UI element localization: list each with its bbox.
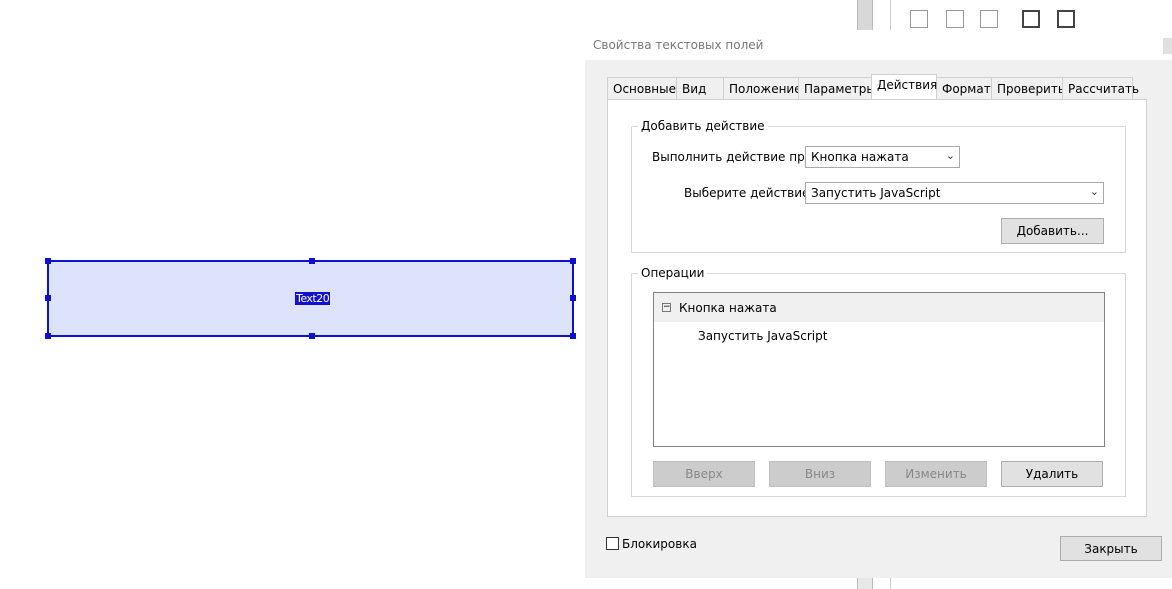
dialog-title: Свойства текстовых полей [585,30,1172,60]
lock-checkbox[interactable] [606,537,619,550]
tree-item-trigger[interactable]: − Кнопка нажата [654,293,1104,322]
tree-item-action[interactable]: Запустить JavaScript [654,322,1104,350]
resize-handle[interactable] [45,258,51,264]
text-field-properties-dialog: Свойства текстовых полей Основные Вид По… [585,30,1172,578]
close-button[interactable]: Закрыть [1060,536,1162,561]
lock-label: Блокировка [622,537,697,551]
tab-general[interactable]: Основные [607,77,677,99]
tab-format[interactable]: Формат [936,77,992,99]
resize-handle[interactable] [309,333,315,339]
tree-item-label: Кнопка нажата [679,301,777,315]
resize-handle[interactable] [45,333,51,339]
center-horizontal-icon[interactable] [1022,10,1040,28]
trigger-label: Выполнить действие при: [652,150,817,164]
actions-panel: Добавить действие Выполнить действие при… [607,99,1147,517]
resize-handle[interactable] [309,258,315,264]
tab-position[interactable]: Положение [723,77,802,99]
tab-actions[interactable]: Действия [871,74,937,99]
tab-validate[interactable]: Проверить [991,77,1065,99]
chevron-down-icon: ⌄ [1089,185,1099,198]
chevron-down-icon: ⌄ [945,149,955,162]
tab-bar: Основные Вид Положение Параметры Действи… [607,74,1139,99]
tab-options[interactable]: Параметры [798,77,876,99]
action-value: Запустить JavaScript [811,186,941,200]
panel-divider [873,0,891,30]
move-up-button[interactable]: Вверх [653,461,755,487]
add-action-group: Добавить действие Выполнить действие при… [631,119,1126,253]
edit-button[interactable]: Изменить [885,461,987,487]
action-label: Выберите действие: [684,186,814,200]
scrollbar[interactable] [857,578,873,589]
tab-calculate[interactable]: Рассчитать [1062,77,1139,99]
trigger-select[interactable]: Кнопка нажата ⌄ [805,146,960,168]
resize-handle[interactable] [570,333,576,339]
delete-button[interactable]: Удалить [1001,461,1103,487]
action-select[interactable]: Запустить JavaScript ⌄ [805,182,1104,204]
group-title: Добавить действие [638,119,768,133]
align-right-icon[interactable] [980,10,998,28]
resize-handle[interactable] [570,295,576,301]
group-title: Операции [638,266,708,280]
add-button[interactable]: Добавить... [1001,218,1104,244]
panel-divider [873,578,891,589]
operations-group: Операции − Кнопка нажата Запустить JavaS… [631,266,1126,497]
resize-handle[interactable] [45,295,51,301]
tab-appearance[interactable]: Вид [676,77,724,99]
trigger-value: Кнопка нажата [811,150,909,164]
align-left-icon[interactable] [910,10,928,28]
field-name-label: Text20 [295,292,331,305]
collapse-icon[interactable]: − [662,303,671,312]
text-field-text20[interactable]: Text20 [45,258,576,339]
center-vertical-icon[interactable] [1057,10,1075,28]
tree-item-label: Запустить JavaScript [698,329,828,343]
operations-tree[interactable]: − Кнопка нажата Запустить JavaScript [653,292,1105,447]
align-center-icon[interactable] [946,10,964,28]
move-down-button[interactable]: Вниз [769,461,871,487]
scrollbar[interactable] [857,0,873,30]
scrollbar[interactable] [1163,38,1172,54]
resize-handle[interactable] [570,258,576,264]
